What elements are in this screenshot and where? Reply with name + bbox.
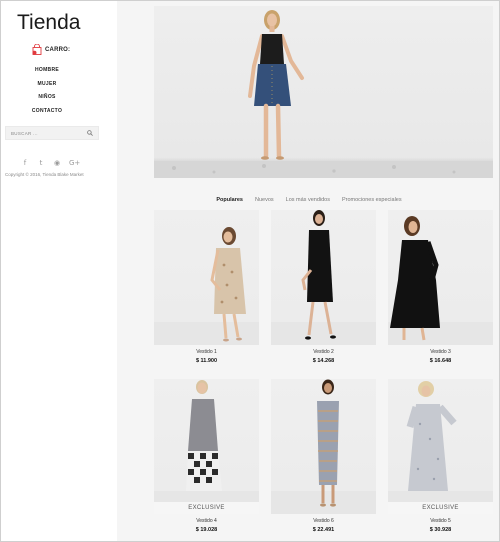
search-input[interactable] — [11, 130, 85, 136]
tab-populares[interactable]: Populares — [210, 197, 249, 203]
shopping-bag-icon — [32, 44, 42, 55]
tab-nuevos[interactable]: Nuevos — [249, 197, 280, 203]
product-tabs: Populares Nuevos Los más vendidos Promoc… — [117, 197, 499, 203]
tab-promociones[interactable]: Promociones especiales — [336, 197, 408, 203]
main-nav: HOMBRE MUJER NIÑOS CONTACTO — [1, 67, 93, 121]
sidebar: Tienda CARRO: HOMBRE MUJER NIÑOS CONTACT… — [1, 1, 117, 541]
brand-logo[interactable]: Tienda — [17, 11, 80, 35]
product-image[interactable]: EXCLUSIVE — [154, 379, 259, 514]
product-card[interactable]: Vestido 2 $ 14.268 — [271, 210, 376, 364]
product-card[interactable]: EXCLUSIVE Vestido 4 $ 19.028 — [154, 379, 259, 533]
product-price: $ 11.900 — [195, 358, 218, 364]
product-image[interactable] — [271, 210, 376, 345]
cart-label: CARRO: — [45, 46, 71, 53]
product-image[interactable] — [154, 210, 259, 345]
product-card[interactable]: Vestido 1 $ 11.900 — [154, 210, 259, 364]
exclusive-badge: EXCLUSIVE — [388, 502, 493, 514]
product-card[interactable]: Vestido 3 $ 16.648 — [388, 210, 493, 364]
nav-item-mujer[interactable]: MUJER — [1, 81, 93, 95]
search-icon[interactable] — [87, 130, 93, 136]
product-name: Vestido 1 — [196, 349, 217, 355]
twitter-icon[interactable]: t — [37, 159, 45, 167]
product-card[interactable]: Vestido 6 $ 22.491 — [271, 379, 376, 533]
main-content: Populares Nuevos Los más vendidos Promoc… — [117, 1, 499, 541]
hero-banner[interactable] — [154, 6, 493, 178]
hero-model-image — [154, 10, 493, 178]
product-name: Vestido 3 — [430, 349, 451, 355]
product-name: Vestido 6 — [313, 518, 334, 524]
facebook-icon[interactable]: f — [21, 159, 29, 167]
product-price: $ 16.648 — [429, 358, 452, 364]
social-links: f t ◉ G+ — [21, 159, 81, 167]
product-image[interactable]: EXCLUSIVE — [388, 379, 493, 514]
tab-mas-vendidos[interactable]: Los más vendidos — [280, 197, 336, 203]
cart-link[interactable]: CARRO: — [32, 44, 70, 55]
product-price: $ 14.268 — [312, 358, 335, 364]
search-box — [5, 126, 99, 140]
product-name: Vestido 2 — [313, 349, 334, 355]
product-price: $ 19.028 — [195, 527, 218, 533]
product-image[interactable] — [388, 210, 493, 345]
copyright-text: Copyright © 2016, Tienda Blake Market — [5, 172, 84, 177]
page-frame: Tienda CARRO: HOMBRE MUJER NIÑOS CONTACT… — [0, 0, 500, 542]
product-name: Vestido 5 — [430, 518, 451, 524]
product-price: $ 30.928 — [429, 527, 452, 533]
rss-icon[interactable]: ◉ — [53, 159, 61, 167]
product-name: Vestido 4 — [196, 518, 217, 524]
product-price: $ 22.491 — [312, 527, 335, 533]
product-image[interactable] — [271, 379, 376, 514]
nav-item-ninos[interactable]: NIÑOS — [1, 94, 93, 108]
nav-item-contacto[interactable]: CONTACTO — [1, 108, 93, 122]
exclusive-badge: EXCLUSIVE — [154, 502, 259, 514]
nav-item-hombre[interactable]: HOMBRE — [1, 67, 93, 81]
google-plus-icon[interactable]: G+ — [69, 159, 80, 167]
product-card[interactable]: EXCLUSIVE Vestido 5 $ 30.928 — [388, 379, 493, 533]
